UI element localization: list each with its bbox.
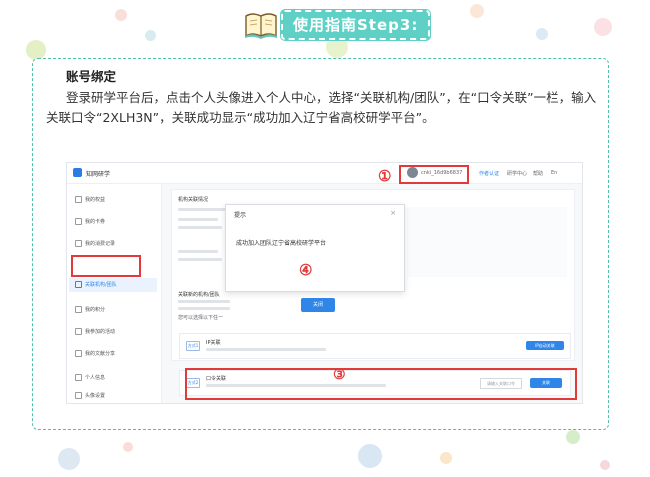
highlight-avatar <box>399 165 469 184</box>
sidebar-item-records[interactable]: 我的消费记录 <box>75 238 115 250</box>
close-button[interactable]: 关闭 <box>301 298 335 312</box>
nav-author-cert[interactable]: 作者认证 <box>479 170 499 177</box>
placeholder-line <box>178 300 230 303</box>
placeholder-line <box>178 226 222 229</box>
step-banner: 使用指南Step3: <box>243 9 432 41</box>
decor-dot <box>123 442 133 452</box>
close-icon[interactable]: × <box>390 209 396 217</box>
placeholder-line <box>178 258 222 261</box>
highlight-code-row <box>185 368 577 400</box>
banner-title: 使用指南Step3: <box>279 9 432 41</box>
bound-hint: 您可以选择以下任一 <box>178 315 224 321</box>
decor-dot <box>594 18 612 36</box>
panel-heading: 机构关联情况 <box>178 197 209 203</box>
decor-dot <box>145 30 156 41</box>
nav-language[interactable]: En <box>551 170 557 176</box>
placeholder-line <box>178 307 230 310</box>
highlight-sidebar-item <box>71 255 141 277</box>
sidebar-item-link-org[interactable]: 关联机构/团队 <box>75 279 117 291</box>
decor-dot <box>115 9 127 21</box>
placeholder-line <box>206 348 326 351</box>
decor-dot <box>536 28 548 40</box>
method-tag: 方式1 <box>186 341 200 351</box>
book-icon <box>243 10 279 40</box>
modal-message: 成功加入团队辽宁省高校研学平台 <box>236 240 327 247</box>
section-title: 账号绑定 <box>66 69 117 84</box>
decor-dot <box>440 452 452 464</box>
sidebar-item-points[interactable]: 我的积分 <box>75 304 105 316</box>
marker-3: ③ <box>333 367 346 383</box>
success-modal: 提示 × 成功加入团队辽宁省高校研学平台 <box>225 204 405 292</box>
sidebar-item-activities[interactable]: 我参加的活动 <box>75 326 115 338</box>
sidebar-item-coupons[interactable]: 我的卡券 <box>75 216 105 228</box>
placeholder-line <box>178 250 218 253</box>
decor-dot <box>470 4 484 18</box>
ip-link-row: 方式1 IP关联 IP自动关联 <box>179 333 571 359</box>
modal-title: 提示 <box>234 212 247 219</box>
decor-dot <box>26 40 46 60</box>
decor-dot <box>600 460 610 470</box>
sidebar: 我的权益 我的卡券 我的消费记录 关联机构/团队 我的积分 我参加的活动 我的文… <box>67 184 162 403</box>
marker-1: ① <box>378 167 392 185</box>
sidebar-item-avatar[interactable]: 头像设置 <box>75 390 105 402</box>
placeholder-line <box>178 218 218 221</box>
decor-dot <box>358 444 382 468</box>
platform-screenshot: 知网研学 cnki_16d9b6837 作者认证 研学中心 帮助 En 我的权益… <box>66 162 583 404</box>
modal-backdrop-area <box>407 207 567 277</box>
app-logo-icon <box>73 168 82 177</box>
nav-help[interactable]: 帮助 <box>533 170 543 177</box>
marker-4: ④ <box>299 261 313 279</box>
ip-link-button[interactable]: IP自动关联 <box>526 341 564 350</box>
decor-dot <box>566 430 580 444</box>
instruction-paragraph: 登录研学平台后，点击个人头像进入个人中心，选择“关联机构/团队”，在“口令关联”… <box>46 90 597 125</box>
app-topbar: 知网研学 cnki_16d9b6837 作者认证 研学中心 帮助 En <box>67 163 582 184</box>
nav-study-center[interactable]: 研学中心 <box>507 170 527 177</box>
sidebar-item-share[interactable]: 我的文献分享 <box>75 348 115 360</box>
app-name: 知网研学 <box>86 171 111 178</box>
sidebar-item-profile[interactable]: 个人信息 <box>75 372 105 384</box>
bound-heading: 关联新的机构/团队 <box>178 292 220 298</box>
ip-row-title: IP关联 <box>206 340 221 346</box>
sidebar-item-rights[interactable]: 我的权益 <box>75 194 105 206</box>
decor-dot <box>58 448 80 470</box>
